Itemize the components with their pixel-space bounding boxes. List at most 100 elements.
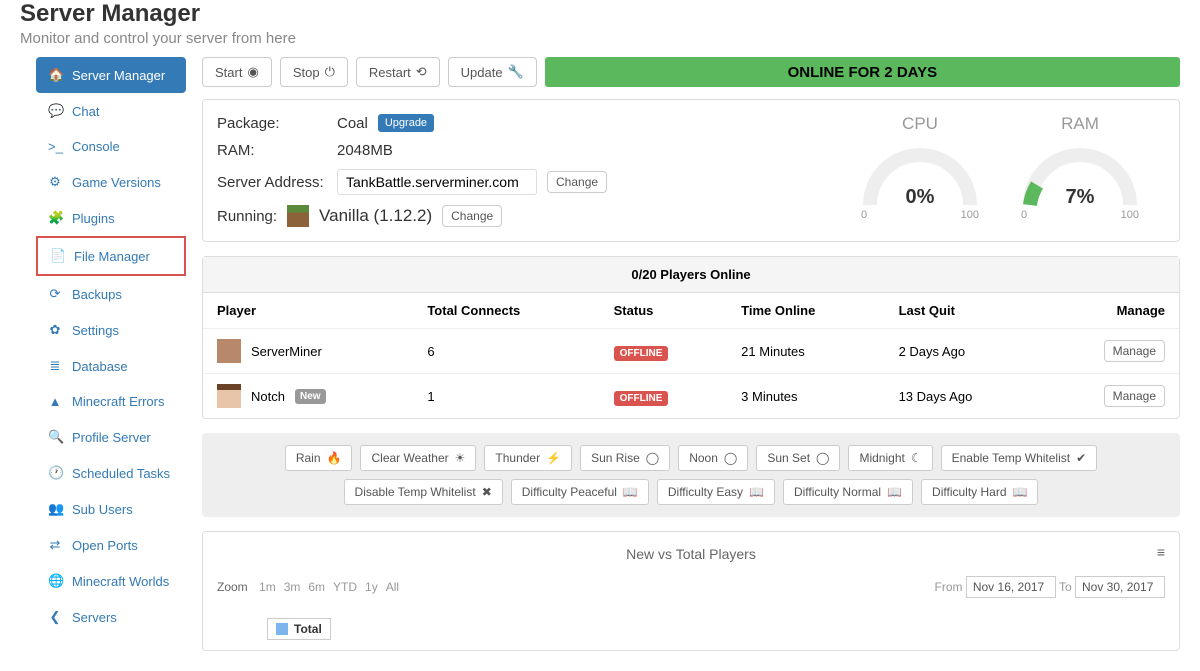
to-date-input[interactable] xyxy=(1075,576,1165,598)
sidebar-item-label: Minecraft Errors xyxy=(72,394,164,409)
zoom-3m[interactable]: 3m xyxy=(284,580,301,594)
restart-button[interactable]: Restart ⟲ xyxy=(356,57,440,87)
sidebar-item-label: Scheduled Tasks xyxy=(72,466,170,481)
sidebar-item-chat[interactable]: 💬Chat xyxy=(36,93,186,129)
zoom-options: Zoom 1m3m6mYTD1yAll xyxy=(217,580,415,594)
quick-difficulty-normal[interactable]: Difficulty Normal 📖 xyxy=(783,479,913,505)
play-icon: ◉ xyxy=(247,64,258,80)
col-player: Player xyxy=(203,293,413,329)
sidebar-item-settings[interactable]: ✿Settings xyxy=(36,312,186,348)
sidebar-item-open-ports[interactable]: ⇄Open Ports xyxy=(36,527,186,563)
manage-button[interactable]: Manage xyxy=(1104,385,1165,407)
sidebar-item-minecraft-worlds[interactable]: 🌐Minecraft Worlds xyxy=(36,563,186,599)
player-name: ServerMiner xyxy=(251,344,322,359)
sidebar-item-database[interactable]: ≣Database xyxy=(36,348,186,384)
zoom-1y[interactable]: 1y xyxy=(365,580,378,594)
chart-title: New vs Total Players xyxy=(626,546,756,562)
quick-sun-rise[interactable]: Sun Rise ◯ xyxy=(580,445,670,471)
server-address-input[interactable] xyxy=(337,169,537,195)
player-name: Notch xyxy=(251,389,285,404)
quick-icon: 📖 xyxy=(623,485,638,499)
manage-button[interactable]: Manage xyxy=(1104,340,1165,362)
upgrade-button[interactable]: Upgrade xyxy=(378,114,434,132)
sidebar-icon: ❮ xyxy=(48,609,62,625)
change-version-button[interactable]: Change xyxy=(442,205,502,227)
quick-difficulty-hard[interactable]: Difficulty Hard 📖 xyxy=(921,479,1038,505)
package-label: Package: xyxy=(217,115,327,132)
time-online: 21 Minutes xyxy=(727,329,884,374)
sidebar-icon: ≣ xyxy=(48,358,62,374)
sidebar-item-backups[interactable]: ⟳Backups xyxy=(36,276,186,312)
quick-difficulty-easy[interactable]: Difficulty Easy 📖 xyxy=(657,479,775,505)
sidebar-item-sub-users[interactable]: 👥 Sub Users xyxy=(36,491,186,527)
quick-icon: 📖 xyxy=(887,485,902,499)
sidebar-icon: 👥 xyxy=(48,501,62,517)
quick-disable-temp-whitelist[interactable]: Disable Temp Whitelist ✖ xyxy=(344,479,503,505)
status-badge: OFFLINE xyxy=(614,346,669,361)
quick-sun-set[interactable]: Sun Set ◯ xyxy=(756,445,840,471)
sidebar-icon: ⟳ xyxy=(48,286,62,302)
quick-clear-weather[interactable]: Clear Weather ☀ xyxy=(360,445,476,471)
sidebar-icon: 💬 xyxy=(48,103,62,119)
quick-icon: ✔ xyxy=(1076,451,1086,465)
zoom-YTD[interactable]: YTD xyxy=(333,580,357,594)
quick-rain[interactable]: Rain 🔥 xyxy=(285,445,353,471)
sidebar-item-label: Settings xyxy=(72,323,119,338)
zoom-6m[interactable]: 6m xyxy=(308,580,325,594)
sidebar-item-label: Plugins xyxy=(72,211,115,226)
sidebar-icon: 🏠 xyxy=(48,67,62,83)
sidebar-icon: ⚙ xyxy=(48,174,62,190)
quick-thunder[interactable]: Thunder ⚡ xyxy=(484,445,572,471)
sidebar-icon: 🔍 xyxy=(48,429,62,445)
sidebar-icon: >_ xyxy=(48,139,62,154)
running-label: Running: xyxy=(217,208,277,225)
change-address-button[interactable]: Change xyxy=(547,171,607,193)
quick-icon: ◯ xyxy=(816,451,829,465)
new-badge: New xyxy=(295,389,326,404)
sidebar-item-label: File Manager xyxy=(74,249,150,264)
start-button[interactable]: Start ◉ xyxy=(202,57,272,87)
sidebar-item-game-versions[interactable]: ⚙Game Versions xyxy=(36,164,186,200)
col-manage: Manage xyxy=(1041,293,1179,329)
from-date-input[interactable] xyxy=(966,576,1056,598)
last-quit: 13 Days Ago xyxy=(885,374,1042,419)
zoom-1m[interactable]: 1m xyxy=(259,580,276,594)
players-header: 0/20 Players Online xyxy=(203,257,1179,293)
legend-total[interactable]: Total xyxy=(267,618,331,640)
quick-difficulty-peaceful[interactable]: Difficulty Peaceful 📖 xyxy=(511,479,649,505)
sidebar-item-servers[interactable]: ❮Servers xyxy=(36,599,186,635)
status-badge: OFFLINE xyxy=(614,391,669,406)
sidebar-icon: 📄 xyxy=(50,248,64,264)
zoom-All[interactable]: All xyxy=(386,580,399,594)
stop-button[interactable]: Stop ⏻ xyxy=(280,57,348,87)
minecraft-icon xyxy=(287,205,309,227)
sidebar-icon: ▲ xyxy=(48,394,62,409)
quick-icon: ☀ xyxy=(455,451,466,465)
col-status: Status xyxy=(600,293,728,329)
sidebar-item-plugins[interactable]: 🧩 Plugins xyxy=(36,200,186,236)
update-button[interactable]: Update 🔧 xyxy=(448,57,537,87)
quick-icon: ⚡ xyxy=(546,451,561,465)
sidebar-item-console[interactable]: >_Console xyxy=(36,129,186,164)
table-row: ServerMiner6OFFLINE21 Minutes2 Days AgoM… xyxy=(203,329,1179,374)
sidebar-item-scheduled-tasks[interactable]: 🕐Scheduled Tasks xyxy=(36,455,186,491)
sidebar: 🏠Server Manager💬Chat>_Console⚙Game Versi… xyxy=(36,57,186,651)
quick-icon: ◯ xyxy=(646,451,659,465)
sidebar-item-server-manager[interactable]: 🏠Server Manager xyxy=(36,57,186,93)
quick-midnight[interactable]: Midnight ☾ xyxy=(848,445,932,471)
last-quit: 2 Days Ago xyxy=(885,329,1042,374)
quick-icon: ☾ xyxy=(911,451,922,465)
sidebar-item-label: Profile Server xyxy=(72,430,151,445)
quick-noon[interactable]: Noon ◯ xyxy=(678,445,748,471)
sidebar-icon: 🧩 xyxy=(48,210,62,226)
quick-icon: 🔥 xyxy=(327,451,342,465)
package-value: Coal xyxy=(337,115,368,132)
col-time: Time Online xyxy=(727,293,884,329)
chart-menu-icon[interactable]: ≡ xyxy=(1157,544,1165,560)
sidebar-item-minecraft-errors[interactable]: ▲ Minecraft Errors xyxy=(36,384,186,419)
sidebar-item-label: Sub Users xyxy=(72,502,133,517)
sidebar-item-file-manager[interactable]: 📄 File Manager xyxy=(36,236,186,276)
quick-enable-temp-whitelist[interactable]: Enable Temp Whitelist ✔ xyxy=(941,445,1098,471)
sidebar-item-profile-server[interactable]: 🔍 Profile Server xyxy=(36,419,186,455)
player-head-icon xyxy=(217,384,241,408)
